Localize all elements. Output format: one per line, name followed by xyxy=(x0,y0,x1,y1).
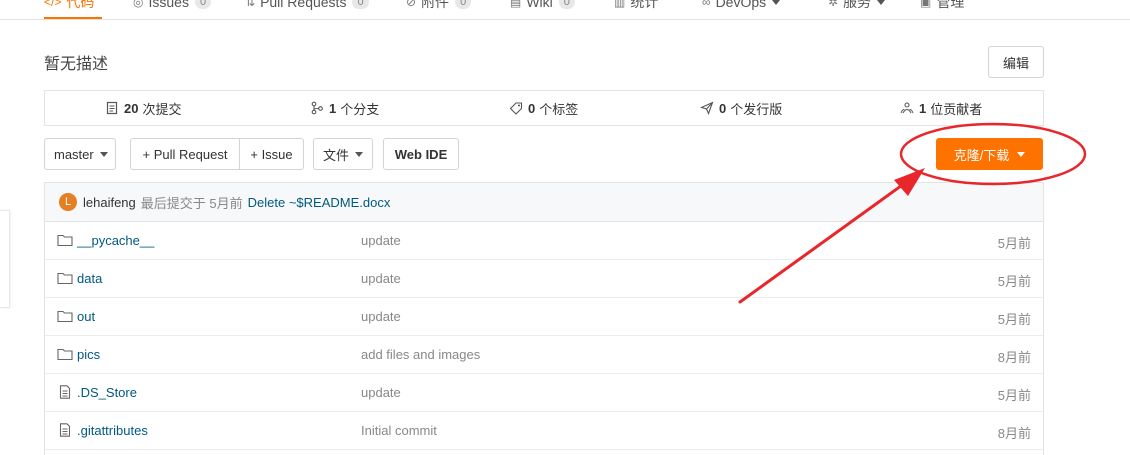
clone-download-button[interactable]: 克隆/下载 xyxy=(936,138,1043,170)
chevron-down-icon xyxy=(877,0,886,5)
file-name-link[interactable]: .DS_Store xyxy=(77,385,137,400)
file-commit-message[interactable]: update xyxy=(361,271,401,286)
file-time: 8月前 xyxy=(997,350,1031,365)
commit-author[interactable]: lehaifeng xyxy=(83,195,136,210)
side-panel xyxy=(0,210,10,308)
chevron-down-icon xyxy=(772,0,781,5)
commit-icon xyxy=(106,101,118,115)
stats-icon: ▥ xyxy=(614,0,626,9)
tab-wiki[interactable]: ▤ Wiki 0 xyxy=(510,0,575,13)
folder-icon xyxy=(57,348,73,361)
file-name-link[interactable]: out xyxy=(77,309,95,324)
table-row[interactable]: __pycache__ update 5月前 xyxy=(45,222,1043,260)
repo-description: 暂无描述 xyxy=(44,56,109,73)
file-name-link[interactable]: data xyxy=(77,271,102,286)
chevron-down-icon xyxy=(99,151,108,157)
edit-description-button[interactable]: 编辑 xyxy=(988,46,1044,78)
tab-pull-requests[interactable]: ⇅ Pull Requests 0 xyxy=(245,0,369,13)
table-row[interactable]: .DS_Store update 5月前 xyxy=(45,374,1043,412)
stat-branches[interactable]: 1 个分支 xyxy=(310,91,379,125)
pull-request-icon: ⇅ xyxy=(245,0,256,9)
web-ide-button[interactable]: Web IDE xyxy=(383,138,459,170)
issues-count-badge: 0 xyxy=(194,0,212,9)
tab-manage[interactable]: ▣ 管理 xyxy=(920,0,964,13)
chevron-down-icon xyxy=(1017,151,1026,157)
file-icon xyxy=(59,385,71,399)
table-row[interactable]: data update 5月前 xyxy=(45,260,1043,298)
file-commit-message[interactable]: update xyxy=(361,309,401,324)
file-time: 5月前 xyxy=(997,388,1031,403)
service-icon: ✲ xyxy=(828,0,839,9)
tab-issues[interactable]: ◎ Issues 0 xyxy=(133,0,212,13)
tab-code[interactable]: </> 代码 xyxy=(44,0,94,13)
file-name-link[interactable]: .gitattributes xyxy=(77,423,148,438)
stat-contributors[interactable]: 1 位贡献者 xyxy=(900,91,982,125)
manage-icon: ▣ xyxy=(920,0,932,9)
new-pull-request-button[interactable]: + Pull Request xyxy=(131,139,240,169)
chevron-down-icon xyxy=(355,151,363,157)
file-name-link[interactable]: __pycache__ xyxy=(77,233,154,248)
tab-devops[interactable]: ∞ DevOps xyxy=(702,0,781,13)
wiki-icon: ▤ xyxy=(510,0,522,9)
commit-meta: 最后提交于 5月前 xyxy=(140,195,243,211)
file-time: 8月前 xyxy=(997,426,1031,441)
wiki-count-badge: 0 xyxy=(558,0,575,9)
file-commit-message[interactable]: update xyxy=(361,385,401,400)
table-row[interactable]: pics add files and images 8月前 xyxy=(45,336,1043,374)
attachments-count-badge: 0 xyxy=(455,0,472,9)
file-table: L lehaifeng 最后提交于 5月前 Delete ~$README.do… xyxy=(44,182,1044,455)
release-icon xyxy=(700,101,714,115)
pr-issue-button-group: + Pull Request + Issue xyxy=(130,138,304,170)
contributors-icon xyxy=(900,102,914,114)
stat-tags[interactable]: 0 个标签 xyxy=(509,91,578,125)
avatar[interactable]: L xyxy=(59,193,77,211)
repo-stats-bar: 20 次提交 1 个分支 0 个标签 0 个发行版 1 位贡献者 xyxy=(44,90,1044,126)
file-menu-button[interactable]: 文件 xyxy=(313,138,373,170)
file-time: 5月前 xyxy=(997,312,1031,327)
file-time: 5月前 xyxy=(997,236,1031,251)
file-icon xyxy=(59,423,71,437)
devops-icon: ∞ xyxy=(702,0,711,9)
issues-icon: ◎ xyxy=(133,0,144,9)
folder-icon xyxy=(57,272,73,285)
new-issue-button[interactable]: + Issue xyxy=(240,139,303,169)
file-time: 5月前 xyxy=(997,274,1031,289)
branch-select[interactable]: master xyxy=(44,138,116,170)
active-tab-indicator xyxy=(44,17,102,19)
attachment-icon: ⊘ xyxy=(406,0,417,9)
folder-icon xyxy=(57,310,73,323)
tag-icon xyxy=(509,102,523,115)
tab-service[interactable]: ✲ 服务 xyxy=(828,0,886,13)
tab-stats[interactable]: ▥ 统计 xyxy=(614,0,658,13)
commit-message-link[interactable]: Delete ~$README.docx xyxy=(248,195,391,210)
file-commit-message[interactable]: update xyxy=(361,233,401,248)
tab-attachments[interactable]: ⊘ 附件 0 xyxy=(406,0,472,13)
file-name-link[interactable]: pics xyxy=(77,347,100,362)
repo-nav: </> 代码 ◎ Issues 0 ⇅ Pull Requests 0 ⊘ 附件… xyxy=(0,0,1130,20)
file-commit-message[interactable]: Initial commit xyxy=(361,423,437,438)
stat-commits[interactable]: 20 次提交 xyxy=(105,91,181,125)
file-commit-message[interactable]: add files and images xyxy=(361,347,480,362)
pull-requests-count-badge: 0 xyxy=(352,0,369,9)
table-row[interactable]: .gitattributes Initial commit 8月前 xyxy=(45,412,1043,450)
branch-icon xyxy=(311,101,323,115)
stat-releases[interactable]: 0 个发行版 xyxy=(700,91,782,125)
folder-icon xyxy=(57,234,73,247)
code-icon: </> xyxy=(44,0,62,9)
last-commit-row: L lehaifeng 最后提交于 5月前 Delete ~$README.do… xyxy=(45,183,1043,222)
table-row[interactable]: out update 5月前 xyxy=(45,298,1043,336)
